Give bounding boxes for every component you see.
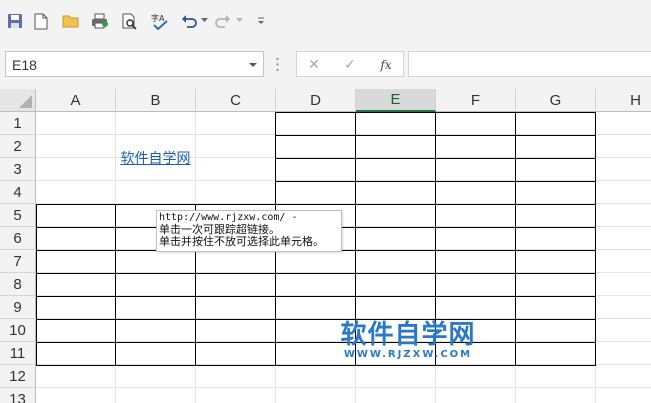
row-header-6[interactable]: 6 — [0, 227, 36, 250]
column-header-f[interactable]: F — [436, 89, 516, 112]
select-all-button[interactable] — [0, 89, 36, 112]
hyperlink-tooltip: http://www.rjzxw.com/ - 单击一次可跟踪超链接。 单击并按… — [156, 210, 342, 252]
row-header-9[interactable]: 9 — [0, 296, 36, 319]
name-box[interactable]: E18 — [5, 51, 264, 77]
new-document-icon[interactable] — [32, 11, 50, 31]
row-header-2[interactable]: 2 — [0, 135, 36, 158]
save-icon[interactable] — [6, 11, 24, 31]
function-label: fx — [380, 58, 392, 72]
open-folder-icon[interactable] — [62, 11, 80, 31]
undo-icon[interactable] — [180, 11, 198, 31]
enter-symbol: ✓ — [344, 57, 356, 73]
cell-border — [275, 112, 276, 205]
column-header-g[interactable]: G — [516, 89, 596, 112]
name-box-value: E18 — [12, 57, 37, 73]
tooltip-line-hold: 单击并按住不放可选择此单元格。 — [159, 235, 324, 248]
column-header-a[interactable]: A — [36, 89, 116, 112]
cell-a1-merged[interactable]: 软件自学网 — [36, 112, 275, 204]
row-header-13[interactable]: 13 — [0, 388, 36, 403]
cell-border — [36, 342, 596, 343]
cell-border — [435, 112, 436, 205]
redo-dropdown-icon[interactable] — [236, 17, 243, 23]
row-header-11[interactable]: 11 — [0, 342, 36, 365]
row-header-12[interactable]: 12 — [0, 365, 36, 388]
row-header-10[interactable]: 10 — [0, 319, 36, 342]
cell-border — [595, 112, 596, 205]
column-header-h[interactable]: H — [596, 89, 651, 112]
cell-border — [36, 273, 596, 274]
select-all-triangle-icon — [19, 95, 32, 108]
hyperlink-text[interactable]: 软件自学网 — [121, 148, 191, 168]
enter-icon[interactable]: ✓ — [341, 56, 359, 74]
cell-border — [36, 204, 276, 205]
cancel-symbol: ✕ — [308, 57, 320, 73]
cell-border — [515, 204, 516, 366]
watermark-url: WWW.RJZXW.COM — [343, 349, 473, 360]
formula-bar-row: E18 ✕ ✓ fx — [0, 42, 651, 89]
column-header-d[interactable]: D — [276, 89, 356, 112]
name-box-dropdown-icon[interactable] — [249, 62, 257, 68]
row-header-3[interactable]: 3 — [0, 158, 36, 181]
cell-border — [36, 296, 596, 297]
watermark-title: 软件自学网 — [340, 320, 476, 350]
print-icon[interactable] — [91, 11, 109, 31]
redo-icon[interactable] — [214, 11, 232, 31]
spelling-icon[interactable]: 字A — [151, 11, 169, 31]
cell-border — [115, 204, 116, 366]
cell-border — [36, 365, 596, 366]
row-header-4[interactable]: 4 — [0, 181, 36, 204]
site-watermark: 软件自学网 WWW.RJZXW.COM — [334, 321, 482, 361]
row-header-1[interactable]: 1 — [0, 112, 36, 135]
formula-tools: ✕ ✓ fx — [296, 51, 404, 77]
cell-border — [355, 112, 356, 205]
svg-text:字A: 字A — [151, 13, 165, 23]
column-header-b[interactable]: B — [116, 89, 196, 112]
row-header-8[interactable]: 8 — [0, 273, 36, 296]
worksheet-grid[interactable]: ABCDEFGH 1 2 3 4 5 6 7 8 9 10 11 12 13 软件自学网 http://… — [0, 89, 651, 403]
cell-border — [595, 204, 596, 366]
quick-access-toolbar: 字A — [0, 0, 651, 42]
formula-bar-grip-icon[interactable] — [276, 57, 279, 72]
gridline-horizontal — [36, 387, 651, 388]
insert-function-button[interactable]: fx — [377, 56, 395, 74]
cancel-icon[interactable]: ✕ — [305, 56, 323, 74]
cell-border — [36, 319, 596, 320]
customize-toolbar-icon[interactable] — [252, 11, 270, 31]
undo-dropdown-icon[interactable] — [201, 17, 208, 23]
row-header-7[interactable]: 7 — [0, 250, 36, 273]
cell-border — [36, 204, 37, 366]
row-header-5[interactable]: 5 — [0, 204, 36, 227]
column-header-e[interactable]: E — [356, 89, 436, 112]
column-header-c[interactable]: C — [196, 89, 276, 112]
formula-input[interactable] — [408, 51, 651, 77]
print-preview-icon[interactable] — [121, 11, 139, 31]
cell-border — [515, 112, 516, 205]
